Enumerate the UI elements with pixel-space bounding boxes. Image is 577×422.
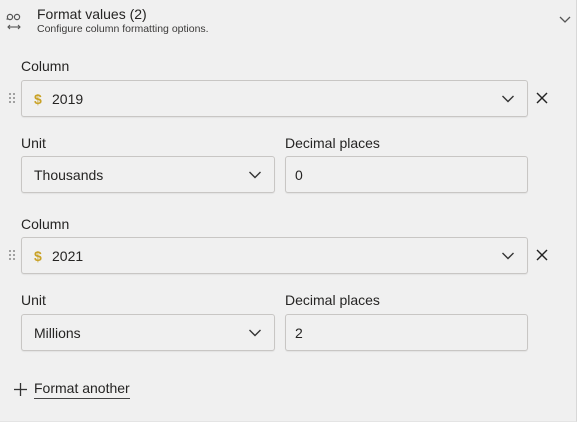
column-value: 2021 — [52, 247, 84, 264]
unit-value: Millions — [34, 324, 81, 341]
column-value: 2019 — [52, 90, 84, 107]
plus-icon — [14, 383, 27, 396]
chevron-down-icon — [249, 171, 261, 178]
decimal-places-value: 2 — [295, 324, 303, 341]
unit-label: Unit — [21, 135, 46, 151]
panel-subtitle: Configure column formatting options. — [37, 23, 209, 35]
chevron-down-icon — [249, 329, 261, 336]
drag-handle-icon[interactable] — [8, 249, 16, 261]
panel-title: Format values (2) — [37, 6, 147, 22]
decimal-places-value: 0 — [295, 166, 303, 183]
chevron-down-icon[interactable] — [558, 15, 572, 25]
format-values-icon — [6, 13, 21, 30]
unit-value: Thousands — [34, 166, 104, 183]
format-values-panel: Format values (2) Configure column forma… — [0, 0, 577, 422]
chevron-down-icon — [502, 252, 514, 259]
drag-handle-icon[interactable] — [8, 92, 16, 104]
decimal-places-label: Decimal places — [285, 135, 380, 151]
column-label: Column — [21, 216, 70, 232]
currency-icon: $ — [34, 247, 42, 264]
panel-header[interactable]: Format values (2) Configure column forma… — [0, 0, 577, 42]
column-dropdown[interactable]: $ 2019 — [21, 80, 528, 117]
remove-format-button[interactable] — [535, 91, 549, 105]
remove-format-button[interactable] — [535, 248, 549, 262]
unit-dropdown[interactable]: Thousands — [21, 156, 275, 193]
currency-icon: $ — [34, 90, 42, 107]
unit-dropdown[interactable]: Millions — [21, 314, 275, 351]
unit-label: Unit — [21, 292, 46, 308]
column-dropdown[interactable]: $ 2021 — [21, 237, 528, 274]
format-another-label: Format another — [34, 380, 130, 399]
chevron-down-icon — [502, 95, 514, 102]
decimal-places-input[interactable]: 2 — [285, 314, 528, 351]
column-label: Column — [21, 58, 70, 74]
decimal-places-label: Decimal places — [285, 292, 380, 308]
decimal-places-input[interactable]: 0 — [285, 156, 528, 193]
